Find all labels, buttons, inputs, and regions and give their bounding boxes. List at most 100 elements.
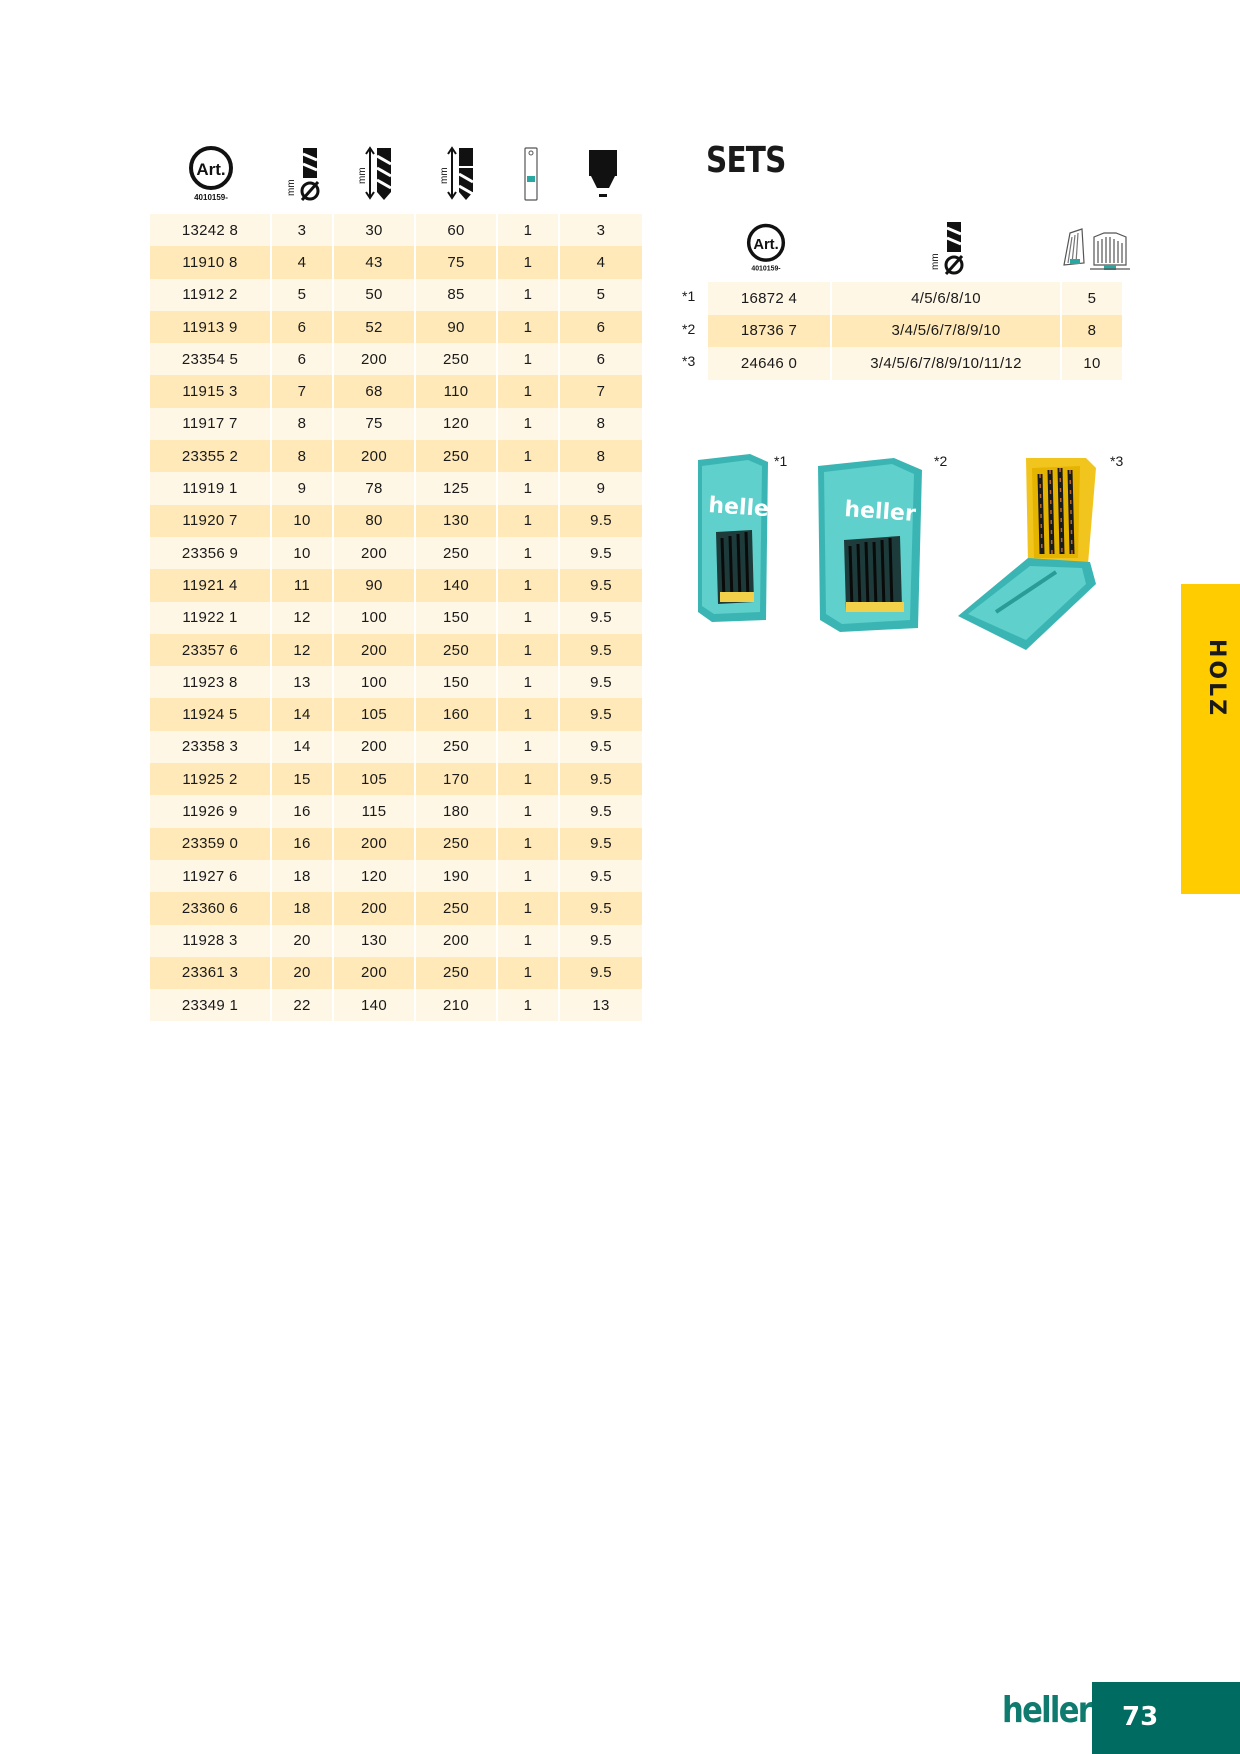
table-cell: 6 — [560, 343, 642, 376]
table-cell: 200 — [334, 730, 416, 764]
table-cell: 3 — [560, 214, 642, 247]
product-note-3: *3 — [1110, 453, 1124, 469]
table-cell: 1 — [498, 601, 560, 634]
single-pack-icon — [500, 140, 562, 208]
table-cell: 11925 2 — [150, 763, 272, 796]
table-row: 11926 9 16 115 180 1 9.5 — [150, 795, 642, 828]
table-cell: 9.5 — [560, 892, 642, 925]
table-cell: 130 — [416, 504, 498, 537]
table-row: 23349 1 22 140 210 1 13 — [150, 989, 642, 1022]
article-icon-label: Art. — [196, 160, 225, 179]
table-cell: 9 — [272, 472, 334, 505]
table-cell: 150 — [416, 666, 498, 699]
table-cell: 14 — [272, 698, 334, 731]
table-cell: 4 — [560, 246, 642, 279]
table-cell: 200 — [334, 633, 416, 667]
table-cell: 23356 9 — [150, 536, 272, 570]
table-cell: 6 — [560, 310, 642, 344]
drill-diameter-icon: mm — [274, 140, 336, 208]
product-image-set-3 — [956, 454, 1116, 659]
table-cell: 200 — [334, 343, 416, 376]
table-cell: 10 — [272, 504, 334, 537]
table-cell: 1 — [498, 730, 560, 764]
set-cassette-icon — [1060, 214, 1132, 282]
table-row: 11923 8 13 100 150 1 9.5 — [150, 666, 642, 699]
table-row: 11910 8 4 43 75 1 4 — [150, 246, 642, 279]
table-cell: 200 — [334, 536, 416, 570]
table-cell: 1 — [498, 214, 560, 247]
table-cell: 250 — [416, 536, 498, 570]
table-cell: 11923 8 — [150, 666, 272, 699]
table-cell: 250 — [416, 892, 498, 925]
table-cell: 1 — [498, 633, 560, 667]
table-cell: 11927 6 — [150, 859, 272, 893]
set-markers: *1 *2 *3 — [682, 288, 695, 386]
table-cell: 8 — [560, 407, 642, 441]
table-cell: 11920 7 — [150, 504, 272, 537]
table-cell: 85 — [416, 278, 498, 311]
table-cell: 1 — [498, 278, 560, 311]
table-cell: 9.5 — [560, 795, 642, 828]
svg-text:mm: mm — [439, 167, 450, 184]
table-row: 11920 7 10 80 130 1 9.5 — [150, 504, 642, 537]
table-cell: 1 — [498, 859, 560, 893]
table-cell: 1 — [498, 795, 560, 828]
set-sizes-cell: 4/5/6/8/10 — [832, 282, 1062, 315]
table-cell: 200 — [416, 924, 498, 957]
table-cell: 1 — [498, 440, 560, 473]
category-label: HOLZ — [1204, 639, 1229, 719]
table-cell: 11928 3 — [150, 924, 272, 957]
table-cell: 200 — [334, 440, 416, 473]
table-cell: 78 — [334, 472, 416, 505]
table-cell: 9.5 — [560, 666, 642, 699]
table-cell: 115 — [334, 795, 416, 828]
table-cell: 100 — [334, 601, 416, 634]
table-cell: 250 — [416, 827, 498, 860]
table-row: 11925 2 15 105 170 1 9.5 — [150, 763, 642, 796]
table-cell: 5 — [272, 278, 334, 311]
table-cell: 160 — [416, 698, 498, 731]
set-row: 18736 7 3/4/5/6/7/8/9/10 8 — [708, 314, 1122, 347]
table-cell: 75 — [334, 407, 416, 441]
table-cell: 90 — [334, 569, 416, 602]
set-count-cell: 5 — [1062, 282, 1122, 315]
category-side-tab[interactable]: HOLZ — [1181, 584, 1240, 894]
table-cell: 14 — [272, 730, 334, 764]
table-cell: 15 — [272, 763, 334, 796]
table-cell: 250 — [416, 956, 498, 990]
set-marker: *1 — [682, 288, 696, 304]
table-cell: 11912 2 — [150, 278, 272, 311]
table-cell: 13 — [560, 989, 642, 1022]
table-cell: 250 — [416, 730, 498, 764]
table-cell: 120 — [334, 859, 416, 893]
page-number-box: 73 — [1092, 1682, 1240, 1754]
table-row: 13242 8 3 30 60 1 3 — [150, 214, 642, 247]
table-cell: 1 — [498, 310, 560, 344]
table-cell: 9.5 — [560, 536, 642, 570]
table-cell: 9.5 — [560, 601, 642, 634]
table-cell: 20 — [272, 924, 334, 957]
table-cell: 7 — [272, 375, 334, 408]
table-cell: 52 — [334, 310, 416, 344]
table-cell: 1 — [498, 698, 560, 731]
table-cell: 150 — [416, 601, 498, 634]
svg-text:4010159-: 4010159- — [751, 266, 781, 273]
table-cell: 23360 6 — [150, 892, 272, 925]
table-row: 23356 9 10 200 250 1 9.5 — [150, 536, 642, 570]
table-cell: 11921 4 — [150, 569, 272, 602]
table-row: 23360 6 18 200 250 1 9.5 — [150, 892, 642, 925]
table-cell: 1 — [498, 763, 560, 796]
table-cell: 3 — [272, 214, 334, 247]
sets-title: SETS — [706, 140, 786, 181]
set-article-cell: 24646 0 — [708, 347, 832, 380]
product-image-set-2: heller — [814, 456, 928, 639]
table-cell: 23359 0 — [150, 827, 272, 860]
table-cell: 200 — [334, 956, 416, 990]
table-cell: 18 — [272, 892, 334, 925]
table-cell: 11926 9 — [150, 795, 272, 828]
table-cell: 11917 7 — [150, 407, 272, 441]
table-cell: 75 — [416, 246, 498, 279]
table-cell: 9.5 — [560, 924, 642, 957]
table-row: 23361 3 20 200 250 1 9.5 — [150, 956, 642, 990]
set-marker: *2 — [682, 320, 696, 337]
